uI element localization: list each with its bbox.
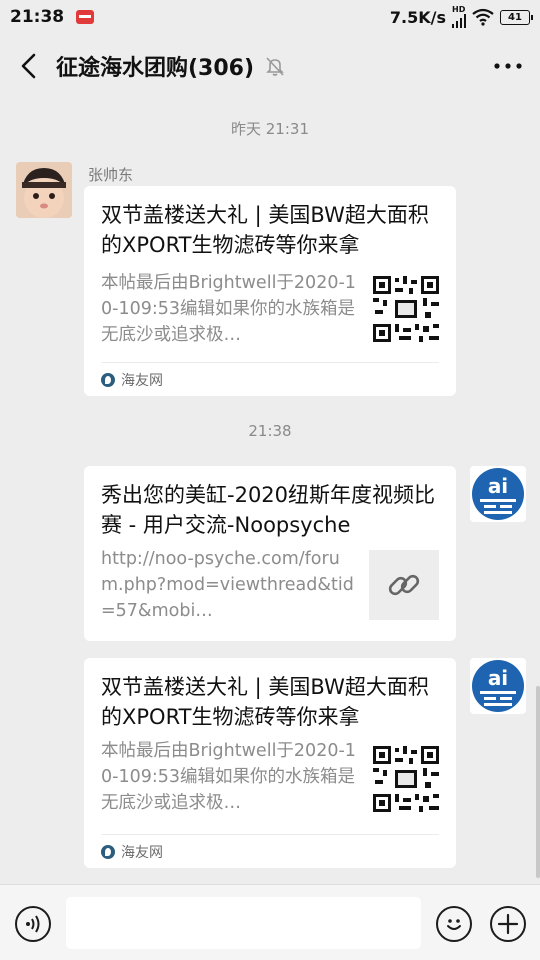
wifi-icon xyxy=(472,8,494,26)
chevron-left-icon xyxy=(21,53,36,79)
card-divider xyxy=(101,834,439,835)
svg-text:ai: ai xyxy=(488,666,508,690)
network-speed: 7.5K/s xyxy=(389,7,446,27)
scrollbar[interactable] xyxy=(536,686,540,878)
ai-logo-avatar: ai xyxy=(472,660,524,712)
chat-title: 征途海水团购(306) xyxy=(56,56,255,81)
sender-name: 张帅东 xyxy=(88,166,134,184)
card-description: http://noo-psyche.com/forum.php?mod=view… xyxy=(101,549,354,621)
hd-badge: HD xyxy=(452,6,466,28)
battery-icon: 41 xyxy=(500,9,533,25)
link-icon xyxy=(388,574,420,596)
message-input[interactable] xyxy=(66,897,421,949)
voice-icon xyxy=(26,915,40,933)
notification-icon xyxy=(76,10,95,24)
card-title: 双节盖楼送大礼 | 美国BW超大面积的XPORT生物滤砖等你来拿 xyxy=(101,675,429,729)
hd-badge-label: HD xyxy=(452,5,466,14)
baby-photo xyxy=(16,162,72,218)
card-divider xyxy=(101,362,439,363)
sender-avatar[interactable] xyxy=(16,162,72,218)
card-title: 双节盖楼送大礼 | 美国BW超大面积的XPORT生物滤砖等你来拿 xyxy=(101,203,429,257)
source-logo-icon xyxy=(101,373,115,387)
source-name: 海友网 xyxy=(121,845,163,861)
card-source: 海友网 xyxy=(101,842,163,862)
emoji-icon xyxy=(447,919,461,930)
card-description: 本帖最后由Brightwell于2020-10-109:53编辑如果你的水族箱是… xyxy=(101,741,356,813)
status-time: 21:38 xyxy=(10,7,65,27)
shared-article-card[interactable]: 双节盖楼送大礼 | 美国BW超大面积的XPORT生物滤砖等你来拿 本帖最后由Br… xyxy=(84,658,456,868)
message-timestamp: 昨天 21:31 xyxy=(231,120,309,138)
chat-input-bar xyxy=(0,884,540,960)
qr-code-thumbnail xyxy=(371,274,441,344)
link-thumbnail xyxy=(369,550,439,620)
battery-level: 41 xyxy=(508,11,522,23)
status-bar: 21:38 7.5K/s HD 41 xyxy=(0,0,540,34)
plus-icon xyxy=(497,913,519,935)
chat-header: 征途海水团购(306) xyxy=(0,34,540,98)
voice-button[interactable] xyxy=(15,906,51,942)
message-timestamp: 21:38 xyxy=(248,422,292,440)
more-functions-button[interactable] xyxy=(490,906,526,942)
ai-logo-avatar: ai xyxy=(472,468,524,520)
back-button[interactable] xyxy=(0,34,56,98)
shared-article-card[interactable]: 双节盖楼送大礼 | 美国BW超大面积的XPORT生物滤砖等你来拿 本帖最后由Br… xyxy=(84,186,456,396)
source-name: 海友网 xyxy=(121,373,163,389)
svg-text:ai: ai xyxy=(488,474,508,498)
mute-bell-icon xyxy=(266,57,284,76)
source-logo-icon xyxy=(101,845,115,859)
more-dots-icon xyxy=(494,63,522,69)
my-avatar[interactable]: ai xyxy=(470,466,526,522)
card-title: 秀出您的美缸-2020纽斯年度视频比赛 - 用户交流-Noopsyche xyxy=(101,483,436,537)
shared-link-card[interactable]: 秀出您的美缸-2020纽斯年度视频比赛 - 用户交流-Noopsyche htt… xyxy=(84,466,456,641)
qr-code-thumbnail xyxy=(371,744,441,814)
card-description: 本帖最后由Brightwell于2020-10-109:53编辑如果你的水族箱是… xyxy=(101,273,356,345)
more-button[interactable] xyxy=(476,34,540,98)
emoji-button[interactable] xyxy=(436,906,472,942)
my-avatar[interactable]: ai xyxy=(470,658,526,714)
card-source: 海友网 xyxy=(101,370,163,390)
signal-icon xyxy=(452,14,466,28)
